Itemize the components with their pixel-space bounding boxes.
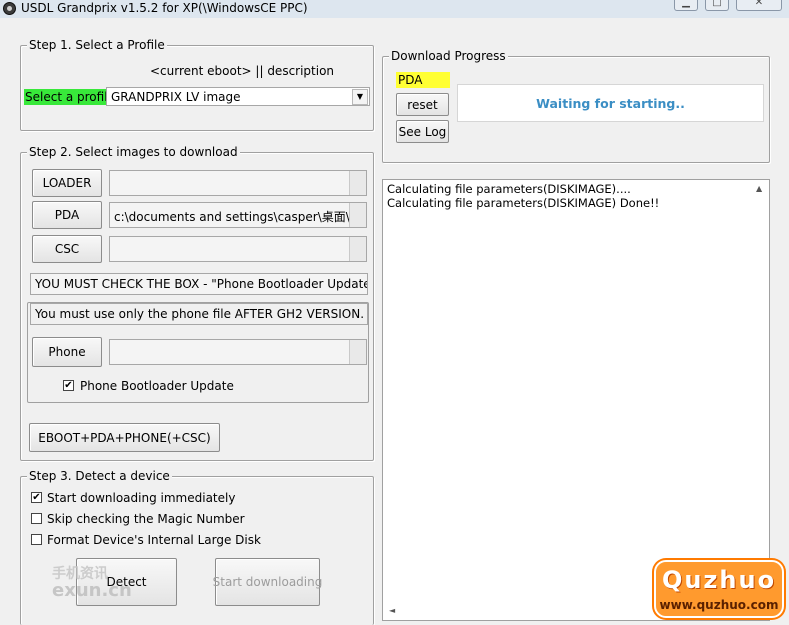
maximize-icon: □ — [712, 0, 722, 8]
reset-button[interactable]: reset — [396, 93, 449, 116]
progress-title: Download Progress — [389, 49, 508, 63]
log-line: Calculating file parameters(DISKIMAGE) D… — [387, 196, 660, 210]
minimize-button[interactable]: ▁ — [674, 0, 698, 11]
skip-magic-label: Skip checking the Magic Number — [47, 512, 245, 526]
format-disk-label: Format Device's Internal Large Disk — [47, 533, 261, 547]
app-icon — [3, 2, 16, 15]
csc-button[interactable]: CSC — [32, 235, 102, 263]
phone-path-scrollbar[interactable] — [349, 340, 366, 364]
start-downloading-button[interactable]: Start downloading — [213, 558, 322, 606]
minimize-icon: ▁ — [682, 0, 690, 8]
loader-path-scrollbar[interactable] — [349, 171, 366, 195]
csc-path-scrollbar[interactable] — [349, 237, 366, 261]
log-line: Calculating file parameters(DISKIMAGE)..… — [387, 182, 631, 196]
see-log-button[interactable]: See Log — [396, 120, 449, 143]
watermark-left-bottom: exun.cn — [52, 580, 132, 601]
progress-target-label: PDA — [396, 72, 450, 88]
skip-magic-checkbox[interactable] — [31, 513, 42, 524]
select-profile-label: Select a profile — [24, 89, 116, 105]
title-bar: USDL Grandprix v1.5.2 for XP(\WindowsCE … — [0, 0, 789, 18]
window-title: USDL Grandprix v1.5.2 for XP(\WindowsCE … — [21, 1, 308, 15]
warning-version-value: You must use only the phone file AFTER G… — [35, 307, 365, 321]
progress-status-box: Waiting for starting.. — [457, 84, 764, 122]
scroll-up-icon[interactable]: ▲ — [756, 184, 762, 193]
watermark-right-brand: Quzhuo — [661, 566, 777, 594]
phone-path-field[interactable] — [109, 339, 367, 365]
pda-path-field[interactable]: c:\documents and settings\casper\桌面\g — [109, 202, 367, 228]
close-icon: ✕ — [754, 0, 764, 8]
warning-check-box-text: YOU MUST CHECK THE BOX - "Phone Bootload… — [30, 273, 368, 295]
loader-button[interactable]: LOADER — [32, 169, 102, 197]
profile-select[interactable]: GRANDPRIX LV image ▼ — [106, 87, 370, 106]
profile-select-value: GRANDPRIX LV image — [111, 90, 241, 104]
start-immediately-label: Start downloading immediately — [47, 491, 236, 505]
step2-title: Step 2. Select images to download — [27, 145, 240, 159]
scroll-left-icon[interactable]: ◄ — [389, 606, 395, 615]
pda-path-scrollbar[interactable] — [349, 203, 366, 227]
combo-download-button[interactable]: EBOOT+PDA+PHONE(+CSC) — [29, 423, 220, 452]
format-disk-checkbox[interactable] — [31, 534, 42, 545]
step3-title: Step 3. Detect a device — [27, 469, 172, 483]
bootloader-update-checkbox[interactable]: ✔ — [63, 380, 74, 391]
profile-column-header: <current eboot> || description — [150, 64, 335, 78]
pda-path-value: c:\documents and settings\casper\桌面\g — [114, 210, 358, 224]
maximize-button[interactable]: □ — [705, 0, 729, 11]
watermark-right-url: www.quzhuo.com — [659, 598, 779, 612]
csc-path-field[interactable] — [109, 236, 367, 262]
chevron-down-icon[interactable]: ▼ — [352, 89, 368, 105]
start-immediately-checkbox[interactable]: ✔ — [31, 492, 42, 503]
log-panel[interactable]: Calculating file parameters(DISKIMAGE)..… — [382, 179, 770, 621]
progress-status-text: Waiting for starting.. — [536, 96, 685, 111]
bootloader-update-label: Phone Bootloader Update — [80, 379, 234, 393]
warning-version-text: You must use only the phone file AFTER G… — [30, 303, 368, 325]
close-button[interactable]: ✕ — [736, 0, 782, 11]
step1-title: Step 1. Select a Profile — [27, 38, 167, 52]
pda-button[interactable]: PDA — [32, 201, 102, 229]
watermark-right: Quzhuo www.quzhuo.com — [654, 560, 784, 618]
phone-button[interactable]: Phone — [32, 337, 102, 367]
loader-path-field[interactable] — [109, 170, 367, 196]
warning-check-box-value: YOU MUST CHECK THE BOX - "Phone Bootload… — [35, 277, 368, 291]
